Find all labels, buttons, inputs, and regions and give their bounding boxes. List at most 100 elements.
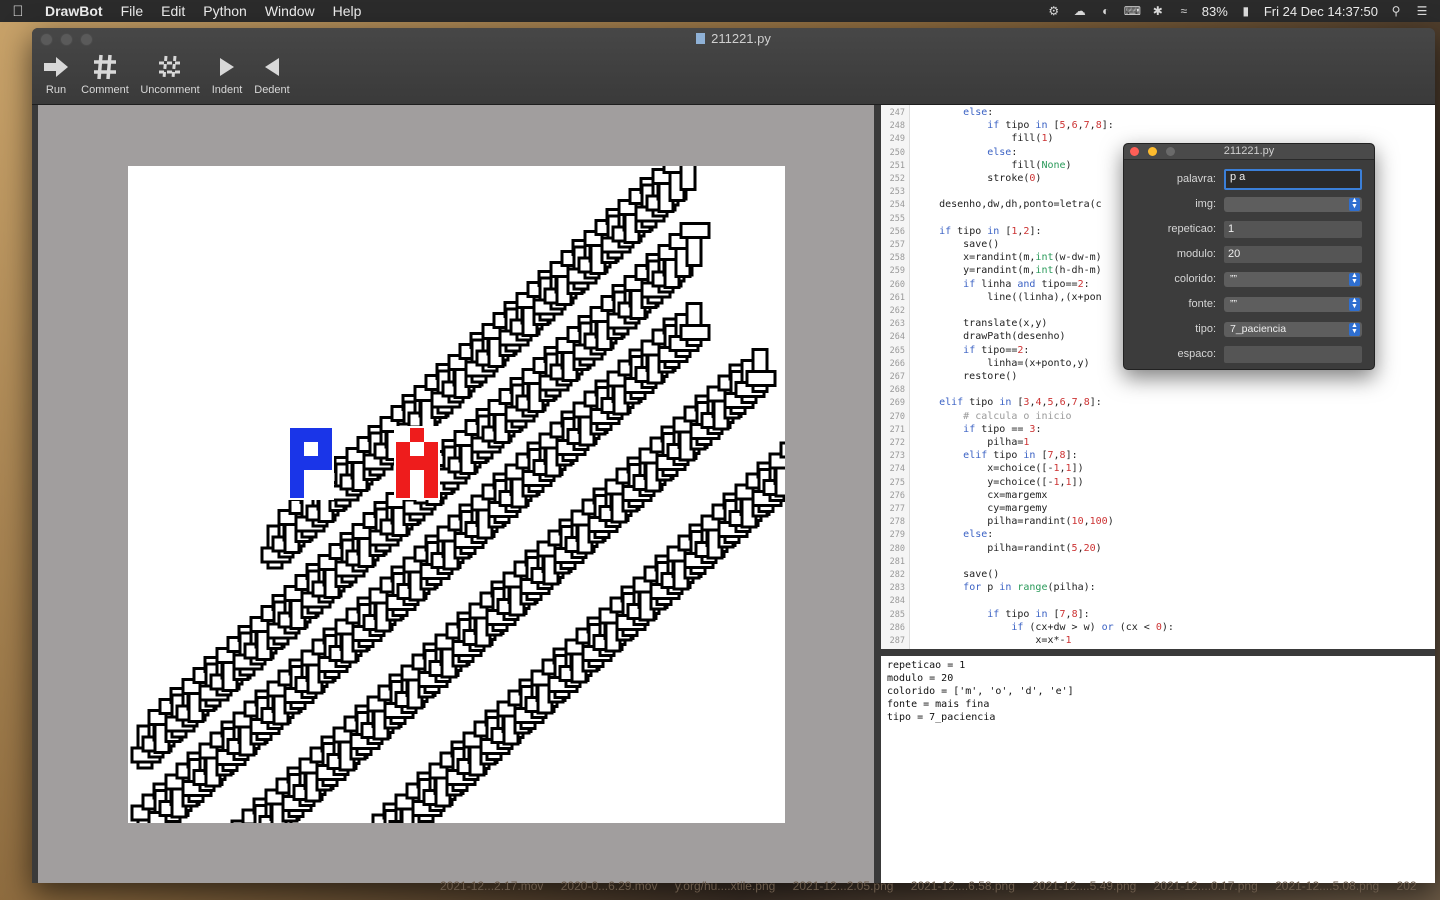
code-line: y=randint(m,int(h-dh-m) <box>915 265 1102 277</box>
desktop-file-label[interactable]: 2021-12....5.49.png <box>1032 879 1136 893</box>
palavra-input[interactable]: p a <box>1224 169 1362 190</box>
line-number: 279 <box>889 530 905 541</box>
palavra-label: palavra: <box>1176 173 1216 185</box>
code-line: for p in range(pilha): <box>963 582 1096 594</box>
code-line: else: <box>987 146 1018 158</box>
line-number: 272 <box>889 438 905 448</box>
panel-zoom-button[interactable] <box>1166 147 1175 156</box>
preview-pane[interactable] <box>38 105 874 883</box>
desktop-file-label[interactable]: 202 <box>1397 879 1417 893</box>
run-button[interactable]: Run <box>37 50 75 96</box>
menu-app-name[interactable]: DrawBot <box>36 0 112 22</box>
variables-panel: 211221.py palavra: p a img: ▲ ▼ repeticao… <box>1123 143 1375 370</box>
menu-help[interactable]: Help <box>324 0 371 22</box>
code-line: elif tipo in [7,8]: <box>963 450 1078 462</box>
line-number: 277 <box>889 504 905 514</box>
status-app-icon[interactable]: ⚙ <box>1046 4 1062 18</box>
code-line: x=choice([-1,1]) <box>915 463 1084 475</box>
line-number: 265 <box>889 345 905 356</box>
artboard[interactable] <box>128 166 785 823</box>
menu-file[interactable]: File <box>112 0 153 22</box>
line-number: 254 <box>889 200 905 211</box>
colorido-select[interactable]: ”” ▲ ▼ <box>1224 272 1362 287</box>
line-number: 282 <box>889 570 905 580</box>
code-line: if tipo==2: <box>963 344 1030 356</box>
line-number: 281 <box>889 556 905 567</box>
desktop-file-labels: 2021-12...2.17.mov 2020-0...6.29.mov y.o… <box>440 879 1440 897</box>
spotlight-icon[interactable]: ⚲ <box>1388 4 1404 18</box>
fonte-select[interactable]: ”” ▲ ▼ <box>1224 297 1362 312</box>
img-select[interactable]: ▲ ▼ <box>1224 197 1362 212</box>
menu-window[interactable]: Window <box>256 0 324 22</box>
apple-menu-icon[interactable]:  <box>0 3 36 20</box>
line-number: 276 <box>889 490 905 501</box>
line-number: 251 <box>889 160 905 171</box>
chevron-updown-icon: ▲ ▼ <box>1349 272 1360 286</box>
line-number: 266 <box>889 358 905 369</box>
desktop-file-label[interactable]: 2020-0...6.29.mov <box>561 879 658 893</box>
output-line: repeticao = 1 <box>887 660 966 671</box>
dedent-icon <box>250 50 294 84</box>
repeticao-input[interactable]: 1 <box>1224 221 1362 238</box>
wifi-icon[interactable]: ≈ <box>1176 4 1192 18</box>
menu-edit[interactable]: Edit <box>152 0 194 22</box>
modulo-input[interactable]: 20 <box>1224 246 1362 263</box>
desktop-file-label[interactable]: 2021-12....0.17.png <box>1154 879 1258 893</box>
clock[interactable]: Fri 24 Dec 14:37:50 <box>1264 4 1378 19</box>
line-number: 259 <box>889 266 905 277</box>
code-line: line((linha),(x+pon <box>915 291 1102 303</box>
uncomment-icon <box>136 50 204 84</box>
line-number: 257 <box>889 240 905 250</box>
espaco-label: espaco: <box>1177 348 1216 360</box>
uncomment-button[interactable]: Uncomment <box>136 50 204 96</box>
line-number: 274 <box>889 464 905 475</box>
indent-button[interactable]: Indent <box>208 50 246 96</box>
output-line: colorido = ['m', 'o', 'd', 'e'] <box>887 686 1074 697</box>
line-number: 261 <box>889 292 905 303</box>
line-number: 255 <box>889 213 905 224</box>
panel-minimize-button[interactable] <box>1148 147 1157 156</box>
output-line: fonte = mais fina <box>887 699 990 710</box>
document-icon <box>696 33 706 44</box>
desktop-file-label[interactable]: 2021-12...2.17.mov <box>440 879 543 893</box>
menu-python[interactable]: Python <box>194 0 256 22</box>
panel-close-button[interactable] <box>1130 147 1139 156</box>
code-line: # calcula o inicio <box>963 410 1072 422</box>
code-line: else: <box>963 529 994 541</box>
horizontal-splitter[interactable] <box>881 649 1435 656</box>
indent-icon <box>208 50 246 84</box>
pattern-module <box>723 348 777 415</box>
panel-title-bar: 211221.py <box>1124 144 1374 160</box>
output-line: tipo = 7_paciencia <box>887 712 996 723</box>
pattern-module <box>657 222 711 289</box>
fonte-label: fonte: <box>1188 298 1216 310</box>
comment-button[interactable]: Comment <box>78 50 132 96</box>
desktop-file-label[interactable]: y.org/hu....xtile.png <box>675 879 776 893</box>
bluetooth-icon[interactable]: ✱ <box>1150 4 1166 18</box>
espaco-input[interactable] <box>1224 346 1362 363</box>
dedent-button[interactable]: Dedent <box>250 50 294 96</box>
desktop-file-label[interactable]: 2021-12...2.05.png <box>793 879 894 893</box>
img-label: img: <box>1195 198 1216 210</box>
desktop-file-label[interactable]: 2021-12....5.08.png <box>1275 879 1379 893</box>
code-line: pilha=randint(10,100) <box>915 516 1114 528</box>
battery-percent[interactable]: 83% <box>1202 4 1228 19</box>
vertical-splitter[interactable] <box>874 105 881 883</box>
line-number: 287 <box>889 636 905 646</box>
desktop-file-label[interactable]: 2021-12....6.58.png <box>911 879 1015 893</box>
battery-icon[interactable]: ▮ <box>1238 4 1254 18</box>
window-title: 211221.py <box>32 31 1435 46</box>
dark-mode-icon[interactable]: ◐ <box>1098 4 1114 18</box>
keyboard-icon[interactable]: ⌨ <box>1124 4 1141 18</box>
output-console[interactable]: repeticao = 1 modulo = 20 colorido = ['m… <box>881 656 1435 883</box>
tipo-select[interactable]: 7_paciencia ▲ ▼ <box>1224 322 1362 337</box>
control-center-icon[interactable]: ☰ <box>1414 4 1430 18</box>
line-number: 247 <box>889 108 905 118</box>
line-number: 269 <box>889 398 905 409</box>
code-line: pilha=1 <box>915 437 1030 448</box>
creative-cloud-icon[interactable]: ☁ <box>1072 4 1088 18</box>
line-number: 263 <box>889 319 905 330</box>
line-number: 286 <box>889 622 905 633</box>
code-line: save() <box>915 569 1000 580</box>
code-line: y=choice([-1,1]) <box>915 476 1084 488</box>
